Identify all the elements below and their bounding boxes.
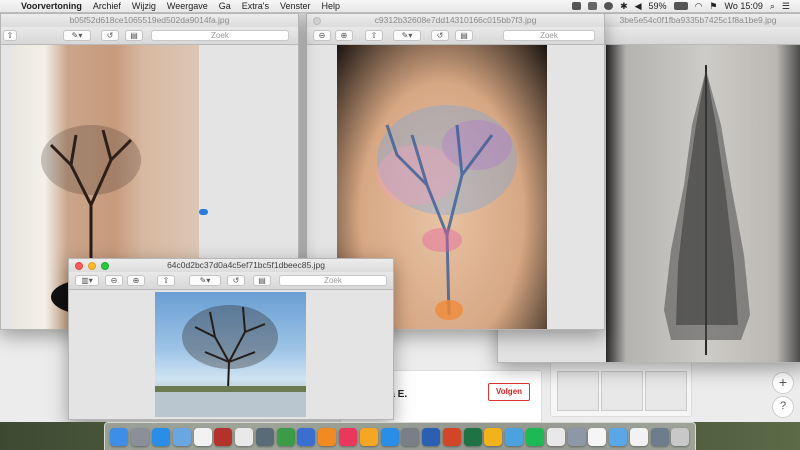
outlook-icon[interactable] — [484, 427, 503, 446]
zoom-out-button[interactable]: ⊖ — [313, 30, 331, 41]
preview-window-front[interactable]: 64c0d2bc37d0a4c5ef71bc5f1dbeec85.jpg ▥▾ … — [68, 258, 394, 420]
photo-booth-icon[interactable] — [214, 427, 233, 446]
photos-icon[interactable] — [235, 427, 254, 446]
zoom-out-button[interactable]: ⊖ — [105, 275, 123, 286]
folder-icon[interactable] — [609, 427, 628, 446]
image-capture-icon[interactable] — [255, 427, 274, 446]
menubar: Voorvertoning Archief Wijzig Weergave Ga… — [0, 0, 800, 13]
tattoo-photo — [606, 45, 800, 362]
tree-photo — [155, 292, 306, 417]
minimize-button[interactable] — [88, 262, 96, 270]
search-field[interactable]: Zoek — [503, 30, 595, 41]
markup-button[interactable]: ✎▾ — [63, 30, 91, 41]
drag-handle-icon[interactable] — [199, 209, 208, 215]
oak-tree — [155, 305, 306, 417]
powerpoint-icon[interactable] — [442, 427, 461, 446]
close-button[interactable] — [313, 17, 321, 25]
dropbox-icon[interactable] — [588, 2, 598, 10]
safari-icon[interactable] — [151, 427, 170, 446]
screenshot-icon[interactable] — [650, 427, 669, 446]
toolbox-button[interactable]: ▤ — [253, 275, 271, 286]
toolbox-button[interactable]: ▤ — [125, 30, 143, 41]
calendar-icon[interactable] — [193, 427, 212, 446]
menu-item-help[interactable]: Help — [322, 1, 341, 11]
toolbox-button[interactable]: ▤ — [455, 30, 473, 41]
menu-item-extras[interactable]: Extra's — [242, 1, 269, 11]
launchpad-icon[interactable] — [131, 427, 150, 446]
rotate-button[interactable]: ↺ — [101, 30, 119, 41]
window-toolbar: ⊖ ⊕ ⇧ ✎▾ ↺ ▤ Zoek — [307, 27, 604, 45]
time-machine-icon[interactable] — [604, 2, 614, 10]
dock — [104, 422, 696, 450]
wifi-icon[interactable]: ◠ — [695, 1, 703, 12]
numbers-icon[interactable] — [276, 427, 295, 446]
battery-percent[interactable]: 59% — [649, 1, 667, 11]
window-title: 64c0d2bc37d0a4c5ef71bc5f1dbeec85.jpg — [69, 259, 393, 272]
window-title-text: b05f52d618ce1065519ed502da9014fa.jpg — [69, 15, 230, 25]
itunes-icon[interactable] — [338, 427, 357, 446]
popcorn-icon[interactable] — [546, 427, 565, 446]
thumbnail[interactable] — [601, 371, 643, 411]
thumbnail-grid — [550, 360, 692, 417]
help-button[interactable]: ? — [772, 396, 794, 418]
window-title: b05f52d618ce1065519ed502da9014fa.jpg — [1, 14, 298, 27]
markup-button[interactable]: ✎▾ — [393, 30, 421, 41]
word-icon[interactable] — [422, 427, 441, 446]
zoom-button[interactable] — [101, 262, 109, 270]
thumbnail[interactable] — [645, 371, 687, 411]
keynote-icon[interactable] — [297, 427, 316, 446]
close-button[interactable] — [75, 262, 83, 270]
status-area: ✱ ◀ 59% ◠ ⚑ Wo 15:09 ⌕ ☰ — [572, 0, 800, 12]
menu-item-wijzig[interactable]: Wijzig — [132, 1, 156, 11]
share-button[interactable]: ⇧ — [365, 30, 383, 41]
excel-icon[interactable] — [463, 427, 482, 446]
share-button[interactable]: ⇧ — [157, 275, 175, 286]
document-icon[interactable] — [588, 427, 607, 446]
zoom-in-button[interactable]: ⊕ — [335, 30, 353, 41]
rotate-button[interactable]: ↺ — [431, 30, 449, 41]
system-preferences-icon[interactable] — [401, 427, 420, 446]
menu-item-weergave[interactable]: Weergave — [167, 1, 208, 11]
app-store-icon[interactable] — [380, 427, 399, 446]
image-area — [69, 290, 393, 419]
volume-icon[interactable]: ◀ — [635, 1, 642, 12]
rotate-button[interactable]: ↺ — [227, 275, 245, 286]
search-field[interactable]: Zoek — [279, 275, 387, 286]
ibooks-icon[interactable] — [359, 427, 378, 446]
follow-button[interactable]: Volgen — [488, 383, 530, 401]
notification-center-icon[interactable]: ☰ — [782, 1, 790, 12]
calendar-icon[interactable] — [629, 427, 648, 446]
menu-item-archief[interactable]: Archief — [93, 1, 121, 11]
pine-tree-tattoo — [664, 65, 750, 355]
window-title-text: c9312b32608e7dd14310166c015bb7f3.jpg — [374, 15, 537, 25]
finder-icon[interactable] — [110, 427, 129, 446]
spotify-icon[interactable] — [526, 427, 545, 446]
window-title-text: 64c0d2bc37d0a4c5ef71bc5f1dbeec85.jpg — [167, 260, 325, 270]
share-button[interactable]: ⇧ — [3, 30, 17, 41]
window-toolbar: ⇧ ✎▾ ↺ ▤ Zoek — [1, 27, 298, 45]
network-icon[interactable] — [505, 427, 524, 446]
spotlight-icon[interactable]: ⌕ — [770, 1, 775, 12]
thumbnail[interactable] — [557, 371, 599, 411]
pages-icon[interactable] — [318, 427, 337, 446]
utility-icon[interactable] — [567, 427, 586, 446]
add-button[interactable]: + — [772, 372, 794, 394]
bluetooth-icon[interactable]: ✱ — [620, 1, 628, 12]
menu-item-venster[interactable]: Venster — [280, 1, 311, 11]
markup-button[interactable]: ✎▾ — [189, 275, 221, 286]
zoom-in-button[interactable]: ⊕ — [127, 275, 145, 286]
window-title: c9312b32608e7dd14310166c015bb7f3.jpg — [307, 14, 604, 27]
trash-icon[interactable] — [671, 427, 690, 446]
preview-icon[interactable] — [172, 427, 191, 446]
battery-icon[interactable] — [673, 2, 688, 10]
status-app-icon[interactable] — [572, 2, 582, 10]
sidebar-toggle-button[interactable]: ▥▾ — [75, 275, 99, 286]
menu-app-name[interactable]: Voorvertoning — [21, 1, 82, 11]
flag-icon[interactable]: ⚑ — [709, 1, 717, 12]
menu-item-ga[interactable]: Ga — [219, 1, 231, 11]
clock[interactable]: Wo 15:09 — [725, 1, 763, 11]
window-toolbar: ▥▾ ⊖ ⊕ ⇧ ✎▾ ↺ ▤ Zoek — [69, 272, 393, 290]
search-field[interactable]: Zoek — [151, 30, 289, 41]
